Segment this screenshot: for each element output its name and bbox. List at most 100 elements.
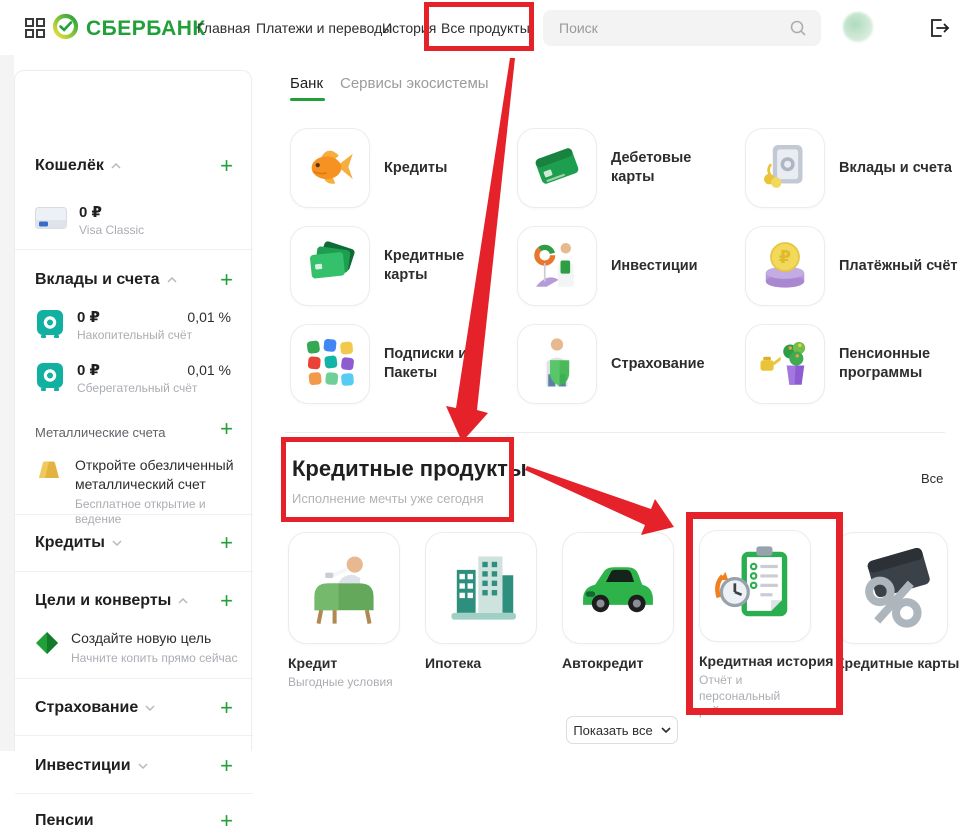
product-credit-cards[interactable]: Кредитные карты [290,226,496,306]
card-amount: 0 ₽ [79,204,144,223]
wallet-card-item[interactable]: 0 ₽ Visa Classic [35,204,144,238]
safe-icon [35,362,65,397]
product-subscriptions[interactable]: Подписки и Пакеты [290,324,496,404]
sidebar-section-goals[interactable]: Цели и конверты [35,592,188,610]
product-debit-cards[interactable]: Дебетовые карты [517,128,723,208]
add-metal-button[interactable]: + [220,418,233,440]
accounts-sidebar: Кошелёк + 0 ₽ Visa Classic Вклады и счет… [14,70,252,751]
card-mortgage[interactable]: Ипотека [425,532,537,671]
investor-chart-icon [529,236,585,297]
show-all-button[interactable]: Показать все [566,716,678,744]
sidebar-section-deposits[interactable]: Вклады и счета [35,271,177,289]
dark-card-percent-icon [849,543,935,634]
card-subtitle: Выгодные условия [288,675,400,691]
insurance-title: Страхование [35,699,138,717]
account-amount: 0 ₽ [77,309,192,328]
product-investments[interactable]: Инвестиции [517,226,723,306]
metal-offer-title: Откройте обезличенный металлический счет [75,456,251,494]
divider [15,571,253,572]
metal-offer-item[interactable]: Откройте обезличенный металлический счет… [35,456,251,528]
investments-title: Инвестиции [35,757,131,775]
sidebar-section-pensions[interactable]: Пенсии [35,812,94,830]
shield-person-icon [529,334,585,395]
sberbank-logo[interactable]: СБЕРБАНК [52,13,206,45]
product-label: Пенсионные программы [839,345,960,383]
chevron-up-icon [178,598,188,604]
add-pension-button[interactable]: + [220,810,233,832]
card-label: Кредит [288,655,400,671]
nav-main[interactable]: Главная [197,20,250,36]
card-credit[interactable]: Кредит Выгодные условия [288,532,400,691]
apps-collage-icon [302,334,358,395]
chevron-down-icon [661,727,671,733]
new-goal-item[interactable]: Создайте новую цель Начните копить прямо… [35,629,237,666]
user-avatar[interactable] [843,12,873,42]
tab-bank[interactable]: Банк [290,75,323,92]
tab-ecosystem-services[interactable]: Сервисы экосистемы [340,75,489,92]
product-label: Кредиты [384,159,496,178]
nav-all-products[interactable]: Все продукты [441,20,530,36]
divider [15,735,253,736]
sidebar-section-insurance[interactable]: Страхование [35,699,155,717]
bank-card-icon [35,207,67,238]
nav-payments[interactable]: Платежи и переводы [256,20,392,36]
add-investment-button[interactable]: + [220,755,233,777]
account-amount: 0 ₽ [77,362,197,381]
product-label: Кредитные карты [384,247,496,285]
see-all-link[interactable]: Все [921,471,943,486]
add-credit-button[interactable]: + [220,532,233,554]
active-tab-underline [290,98,325,101]
debit-card-icon [529,138,585,199]
credits-title: Кредиты [35,534,105,552]
product-label: Подписки и Пакеты [384,345,496,383]
top-bar: СБЕРБАНК Главная Платежи и переводы Исто… [0,0,960,55]
account-rate: 0,01 % [187,362,231,378]
annotation-arrow-diagonal [525,466,674,535]
credit-products-subtitle: Исполнение мечты уже сегодня [292,491,484,506]
divider [15,793,253,794]
man-on-sofa-icon [301,543,387,634]
product-pension-programs[interactable]: Пенсионные программы [745,324,960,404]
goals-title: Цели и конверты [35,592,171,610]
account-rate: 0,01 % [187,309,231,325]
sidebar-section-credits[interactable]: Кредиты [35,534,122,552]
product-deposits[interactable]: Вклады и счета [745,128,960,208]
green-car-icon [575,543,661,634]
nav-history[interactable]: История [382,20,436,36]
sidebar-section-wallet[interactable]: Кошелёк [35,157,121,175]
add-wallet-button[interactable]: + [220,155,233,177]
diamond-icon [35,631,59,666]
card-credit-history[interactable]: Кредитная история Отчёт и персональный р… [699,530,833,720]
account-name: Накопительный счёт [77,328,192,344]
goldfish-icon [302,138,358,199]
ruble-coin-icon: ₽ [757,236,813,297]
product-insurance[interactable]: Страхование [517,324,723,404]
section-divider [285,432,945,433]
show-all-label: Показать все [573,723,652,738]
metal-offer-subtitle: Бесплатное открытие и ведение [75,497,251,528]
card-label: Кредитные карты [836,655,959,671]
add-deposit-button[interactable]: + [220,269,233,291]
svg-text:₽: ₽ [779,247,791,267]
add-insurance-button[interactable]: + [220,697,233,719]
search-input[interactable] [543,10,821,46]
add-goal-button[interactable]: + [220,590,233,612]
metal-accounts-label[interactable]: Металлические счета [35,425,166,440]
product-credits[interactable]: Кредиты [290,128,496,208]
sidebar-section-investments[interactable]: Инвестиции [35,757,148,775]
apps-grid-icon[interactable] [24,17,46,39]
buildings-icon [438,543,524,634]
credit-products-title: Кредитные продукты [292,456,527,482]
card-auto-loan[interactable]: Автокредит [562,532,674,671]
deposit-item-sberegat[interactable]: 0 ₽ Сберегательный счёт [35,362,197,397]
deposit-item-savings[interactable]: 0 ₽ Накопительный счёт [35,309,192,344]
product-label: Дебетовые карты [611,149,723,187]
card-name: Visa Classic [79,223,144,239]
logout-icon[interactable] [928,17,950,39]
product-label: Страхование [611,355,723,374]
product-label: Инвестиции [611,257,723,276]
card-label: Автокредит [562,655,674,671]
product-payment-account[interactable]: ₽ Платёжный счёт [745,226,960,306]
pensions-title: Пенсии [35,812,94,830]
card-credit-cards[interactable]: Кредитные карты [836,532,959,671]
